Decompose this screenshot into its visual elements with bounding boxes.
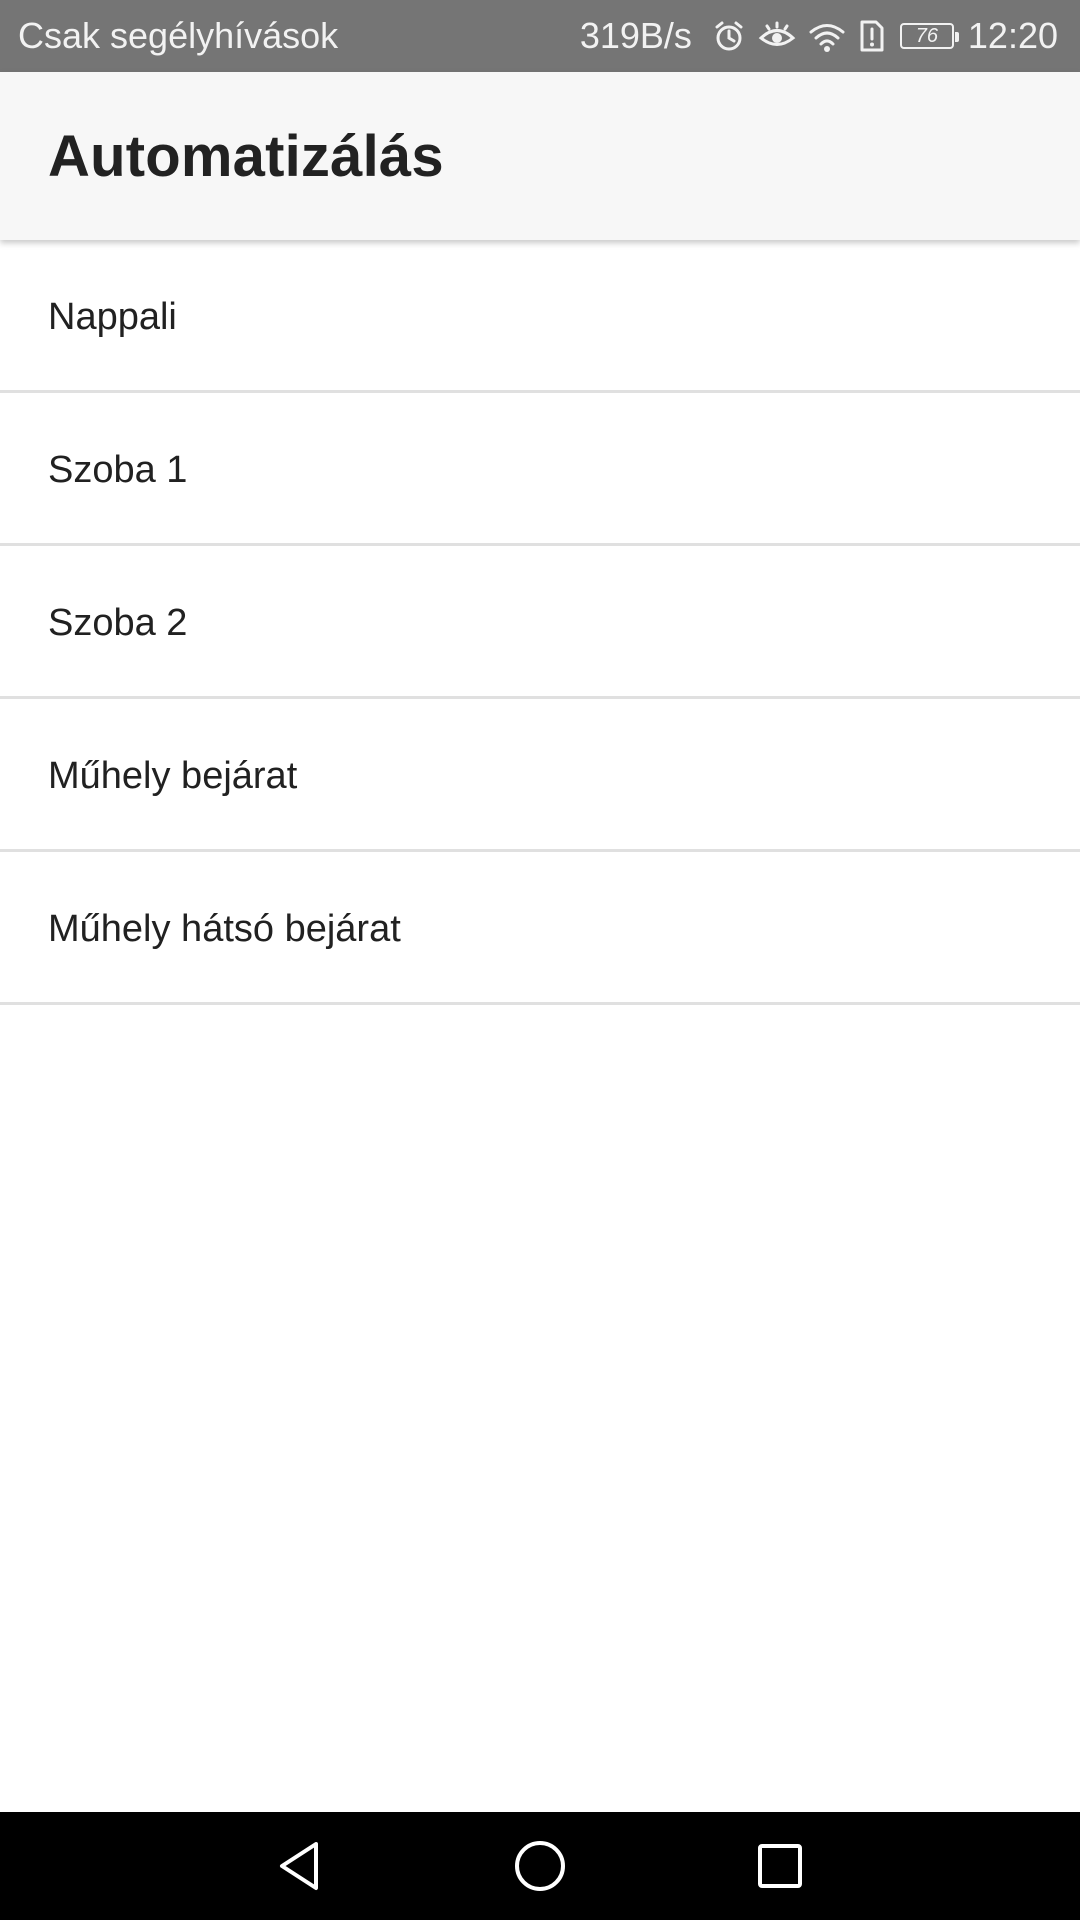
sim-alert-icon — [858, 18, 886, 54]
battery-icon: 76 — [899, 23, 959, 49]
list-item[interactable]: Szoba 1 — [0, 393, 1080, 546]
list-item[interactable]: Műhely bejárat — [0, 699, 1080, 852]
navigation-bar — [0, 1812, 1080, 1920]
list-item-label: Műhely bejárat — [48, 754, 298, 797]
recents-icon — [758, 1844, 802, 1888]
list-item[interactable]: Műhely hátsó bejárat — [0, 852, 1080, 1005]
list-item-label: Nappali — [48, 295, 177, 338]
app-bar: Automatizálás — [0, 72, 1080, 240]
back-button[interactable] — [240, 1812, 360, 1920]
list-item-label: Szoba 2 — [48, 601, 188, 644]
back-icon — [280, 1842, 318, 1890]
eye-comfort-icon — [758, 19, 796, 53]
page-title: Automatizálás — [48, 123, 444, 189]
net-speed: 319B/s — [579, 15, 692, 56]
recents-button[interactable] — [720, 1812, 840, 1920]
wifi-icon — [808, 19, 846, 53]
list-item-label: Műhely hátsó bejárat — [48, 907, 401, 950]
home-button[interactable] — [480, 1812, 600, 1920]
status-bar: Csak segélyhívások 319B/s 76 12:20 — [0, 0, 1080, 72]
status-icons: 319B/s 76 12:20 — [580, 15, 1058, 57]
alarm-icon — [712, 19, 746, 53]
carrier-text: Csak segélyhívások — [18, 15, 339, 56]
room-list: Nappali Szoba 1 Szoba 2 Műhely bejárat M… — [0, 240, 1080, 1005]
home-icon — [515, 1841, 565, 1891]
battery-level: 76 — [915, 25, 939, 47]
list-item[interactable]: Nappali — [0, 240, 1080, 393]
list-item-label: Szoba 1 — [48, 448, 188, 491]
list-item[interactable]: Szoba 2 — [0, 546, 1080, 699]
clock: 12:20 — [967, 15, 1058, 56]
